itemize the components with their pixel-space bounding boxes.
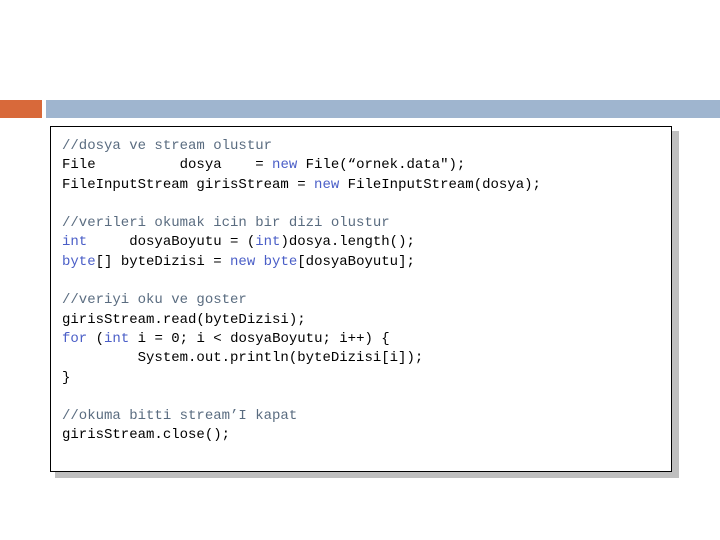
code-token: int	[104, 330, 130, 347]
code-line: File dosya = new File(“ornek.data");	[62, 156, 541, 175]
code-line: girisStream.read(byteDizisi);	[62, 311, 541, 330]
slide: //dosya ve stream olustur File dosya = ne…	[0, 0, 720, 540]
code-line: int dosyaBoyutu = (int)dosya.length();	[62, 233, 541, 252]
code-line: girisStream.close();	[62, 426, 541, 445]
code-token: girisStream.close();	[62, 427, 231, 444]
code-line: //okuma bitti stream’I kapat	[62, 407, 541, 426]
code-line: FileInputStream girisStream = new FileIn…	[62, 176, 541, 195]
code-token: int	[255, 234, 281, 251]
code-token: (	[87, 330, 105, 347]
code-token: }	[62, 369, 71, 386]
code-token: int	[62, 234, 88, 251]
code-token: FileInputStream girisStream =	[62, 176, 315, 193]
code-listing: //dosya ve stream olustur File dosya = ne…	[62, 137, 541, 446]
code-token: byte	[263, 253, 298, 270]
code-token: File dosya =	[62, 157, 273, 174]
code-token: [dosyaBoyutu];	[297, 253, 415, 270]
code-line: System.out.println(byteDizisi[i]);	[62, 349, 541, 368]
code-line: //verileri okumak icin bir dizi olustur	[62, 214, 541, 233]
code-token: for	[62, 330, 88, 347]
code-token: girisStream.read(byteDizisi);	[62, 311, 306, 328]
code-token: FileInputStream(dosya);	[339, 176, 541, 193]
code-token: )dosya.length();	[280, 234, 415, 251]
code-line: for (int i = 0; i < dosyaBoyutu; i++) {	[62, 330, 541, 349]
code-token: //veriyi oku ve goster	[62, 292, 247, 309]
code-line: //dosya ve stream olustur	[62, 137, 541, 156]
code-line: byte[] byteDizisi = new byte[dosyaBoyutu…	[62, 253, 541, 272]
accent-bar	[0, 100, 42, 118]
code-token: [] byteDizisi =	[95, 253, 231, 270]
code-token: new	[230, 253, 256, 270]
title-bar	[46, 100, 720, 118]
code-line: //veriyi oku ve goster	[62, 291, 541, 310]
code-token: //okuma bitti stream’I kapat	[62, 408, 298, 425]
code-token: File(“ornek.data");	[297, 157, 466, 174]
code-token: new	[272, 157, 298, 174]
code-token: System.out.println(byteDizisi[i]);	[62, 350, 424, 367]
code-token: byte	[62, 253, 96, 270]
code-token: dosyaBoyutu = (	[87, 234, 256, 251]
code-line: }	[62, 369, 541, 388]
code-token: //dosya ve stream olustur	[62, 138, 273, 154]
code-token: new	[314, 176, 340, 193]
code-token: //verileri okumak icin bir dizi olustur	[62, 215, 390, 232]
code-token: i = 0; i < dosyaBoyutu; i++) {	[129, 330, 390, 347]
